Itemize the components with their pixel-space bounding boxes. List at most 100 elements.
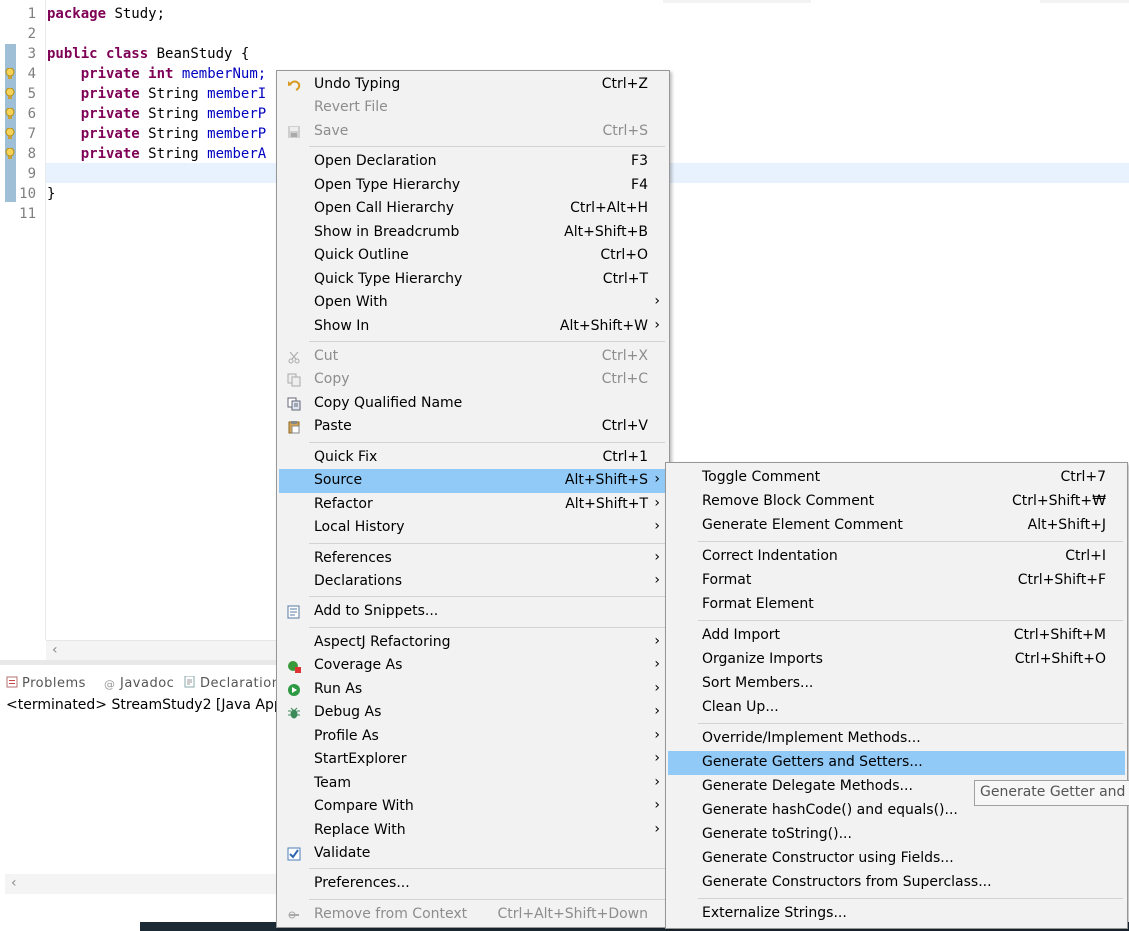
menu-item-copy-qualified-name[interactable]: Copy Qualified Name <box>279 392 667 416</box>
menu-item-open-declaration[interactable]: Open Declaration F3 <box>279 150 667 174</box>
menu-item-validate[interactable]: Validate <box>279 842 667 866</box>
menu-item-add-to-snippets[interactable]: Add to Snippets... <box>279 600 667 624</box>
menu-item-remove-from-context[interactable]: Remove from Context Ctrl+Alt+Shift+Down <box>279 903 667 927</box>
line-number: 2 <box>27 26 36 42</box>
tab-declaration[interactable]: Declaration <box>184 675 280 691</box>
menu-item-label: Open Type Hierarchy <box>314 176 461 193</box>
menu-item-debug-as[interactable]: Debug As › <box>279 701 667 725</box>
menu-item-clean-up[interactable]: Clean Up... <box>668 696 1125 720</box>
menu-item-generate-getters-and-setters[interactable]: Generate Getters and Setters... <box>668 751 1125 775</box>
menu-item-quick-fix[interactable]: Quick Fix Ctrl+1 <box>279 446 667 470</box>
code-text[interactable]: private String memberP <box>47 124 266 144</box>
menu-item-label: Generate Constructors from Superclass... <box>702 874 992 890</box>
menu-item-open-call-hierarchy[interactable]: Open Call Hierarchy Ctrl+Alt+H <box>279 197 667 221</box>
code-text[interactable]: private String memberA <box>47 144 266 164</box>
menu-item-correct-indentation[interactable]: Correct Indentation Ctrl+I <box>668 545 1125 569</box>
menu-item-open-with[interactable]: Open With › <box>279 291 667 315</box>
menu-item-revert-file[interactable]: Revert File <box>279 96 667 120</box>
menu-item-label: Quick Fix <box>314 448 378 465</box>
menu-item-shortcut: Ctrl+Shift+O <box>1014 651 1106 667</box>
menu-item-preferences[interactable]: Preferences... <box>279 872 667 896</box>
context-menu[interactable]: Undo Typing Ctrl+Z Revert File Save Ctrl+S Op… <box>276 70 670 928</box>
menu-item-open-type-hierarchy[interactable]: Open Type Hierarchy F4 <box>279 174 667 198</box>
code-text[interactable]: private String memberP <box>47 104 266 124</box>
menu-item-organize-imports[interactable]: Organize Imports Ctrl+Shift+O <box>668 648 1125 672</box>
editor-horizontal-scrollbar[interactable]: ‹ <box>46 640 276 661</box>
menu-item-shortcut: Alt+Shift+B <box>564 223 648 240</box>
submenu-arrow-icon: › <box>654 820 660 837</box>
menu-item-startexplorer[interactable]: StartExplorer › <box>279 748 667 772</box>
warning-lightbulb-icon[interactable] <box>5 148 16 160</box>
menu-item-team[interactable]: Team › <box>279 772 667 796</box>
menu-item-toggle-comment[interactable]: Toggle Comment Ctrl+7 <box>668 466 1125 490</box>
menu-item-show-in[interactable]: Show In Alt+Shift+W › <box>279 315 667 339</box>
menu-item-quick-outline[interactable]: Quick Outline Ctrl+O <box>279 244 667 268</box>
menu-item-remove-block-comment[interactable]: Remove Block Comment Ctrl+Shift+₩ <box>668 490 1125 514</box>
menu-item-label: Generate hashCode() and equals()... <box>702 802 958 818</box>
menu-item-generate-constructors-from-superclass[interactable]: Generate Constructors from Superclass... <box>668 871 1125 895</box>
problems-icon <box>6 676 18 688</box>
menu-item-run-as[interactable]: Run As › <box>279 678 667 702</box>
menu-item-label: Organize Imports <box>702 651 823 667</box>
menu-item-replace-with[interactable]: Replace With › <box>279 819 667 843</box>
warning-lightbulb-icon[interactable] <box>5 68 16 80</box>
menu-item-add-import[interactable]: Add Import Ctrl+Shift+M <box>668 624 1125 648</box>
tooltip: Generate Getter and S <box>974 780 1129 806</box>
code-text[interactable]: package Study; <box>47 4 165 24</box>
scroll-left-icon[interactable]: ‹ <box>52 642 58 658</box>
code-text[interactable]: } <box>47 184 55 204</box>
menu-item-shortcut: F3 <box>631 153 648 170</box>
menu-item-references[interactable]: References › <box>279 547 667 571</box>
warning-lightbulb-icon[interactable] <box>5 88 16 100</box>
menu-item-coverage-as[interactable]: Coverage As › <box>279 654 667 678</box>
menu-item-generate-constructor-using-fields[interactable]: Generate Constructor using Fields... <box>668 847 1125 871</box>
field-name: memberP <box>207 126 267 142</box>
scroll-left-icon[interactable]: ‹ <box>11 875 17 891</box>
tab-javadoc[interactable]: @ Javadoc <box>104 676 174 691</box>
source-submenu[interactable]: Toggle Comment Ctrl+7 Remove Block Comment… <box>665 462 1128 929</box>
menu-item-label: Copy Qualified Name <box>314 394 463 411</box>
tab-problems[interactable]: Problems <box>6 676 86 691</box>
code-text[interactable]: private int memberNum; <box>47 64 266 84</box>
menu-item-label: Remove Block Comment <box>702 493 875 509</box>
menu-item-shortcut: Ctrl+V <box>601 418 648 435</box>
code-line[interactable]: 2 <box>0 24 1129 44</box>
menu-item-refactor[interactable]: Refactor Alt+Shift+T › <box>279 493 667 517</box>
menu-item-quick-type-hierarchy[interactable]: Quick Type Hierarchy Ctrl+T <box>279 268 667 292</box>
menu-item-aspectj-refactoring[interactable]: AspectJ Refactoring › <box>279 631 667 655</box>
code-line[interactable]: 3 public class BeanStudy { <box>0 44 1129 64</box>
code-text[interactable]: private String memberI <box>47 84 266 104</box>
menu-item-declarations[interactable]: Declarations › <box>279 570 667 594</box>
menu-item-format-element[interactable]: Format Element <box>668 593 1125 617</box>
code-text[interactable]: public class BeanStudy { <box>47 44 249 64</box>
menu-item-label: Sort Members... <box>702 675 814 691</box>
menu-item-copy[interactable]: Copy Ctrl+C <box>279 368 667 392</box>
menu-item-format[interactable]: Format Ctrl+Shift+F <box>668 569 1125 593</box>
code-line[interactable]: 1 package Study; <box>0 4 1129 24</box>
warning-lightbulb-icon[interactable] <box>5 128 16 140</box>
menu-item-generate-element-comment[interactable]: Generate Element Comment Alt+Shift+J <box>668 514 1125 538</box>
menu-item-externalize-strings[interactable]: Externalize Strings... <box>668 902 1125 926</box>
menu-item-generate-tostring[interactable]: Generate toString()... <box>668 823 1125 847</box>
menu-item-undo-typing[interactable]: Undo Typing Ctrl+Z <box>279 73 667 97</box>
menu-item-save[interactable]: Save Ctrl+S <box>279 120 667 144</box>
menu-item-compare-with[interactable]: Compare With › <box>279 795 667 819</box>
menu-item-label: Quick Outline <box>314 247 409 264</box>
menu-item-cut[interactable]: Cut Ctrl+X <box>279 345 667 369</box>
menu-item-show-in-breadcrumb[interactable]: Show in Breadcrumb Alt+Shift+B <box>279 221 667 245</box>
keyword: package <box>47 6 107 22</box>
menu-item-paste[interactable]: Paste Ctrl+V <box>279 415 667 439</box>
warning-lightbulb-icon[interactable] <box>5 108 16 120</box>
menu-item-sort-members[interactable]: Sort Members... <box>668 672 1125 696</box>
menu-item-local-history[interactable]: Local History › <box>279 516 667 540</box>
menu-item-label: Open With <box>314 294 388 311</box>
menu-item-source[interactable]: Source Alt+Shift+S › <box>279 469 667 494</box>
menu-item-profile-as[interactable]: Profile As › <box>279 725 667 749</box>
console-horizontal-scrollbar[interactable]: ‹ <box>5 874 276 894</box>
submenu-arrow-icon: › <box>654 656 660 673</box>
coverage-icon <box>287 659 301 674</box>
menu-item-override-implement-methods[interactable]: Override/Implement Methods... <box>668 727 1125 751</box>
